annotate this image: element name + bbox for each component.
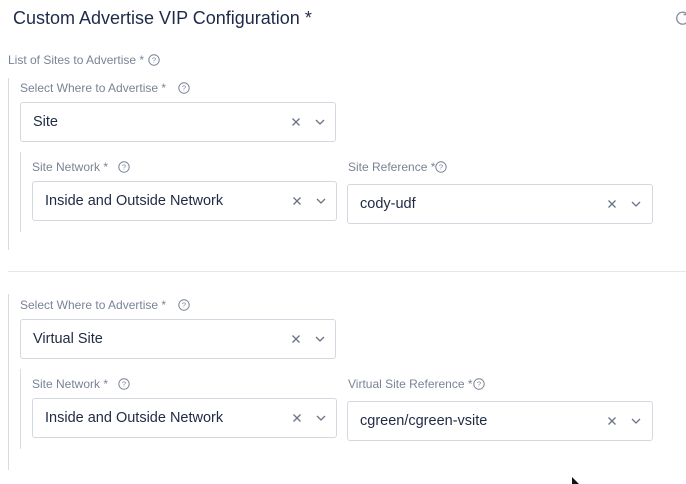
entry-1-reference-label: Site Reference * ?: [348, 160, 448, 174]
sites-list-label-text: List of Sites to Advertise *: [8, 53, 145, 67]
chevron-down-icon[interactable]: [315, 119, 325, 125]
reference-select-value: cgreen/cgreen-vsite: [360, 413, 488, 429]
entry-1-network-select[interactable]: Inside and Outside Network: [32, 181, 337, 221]
clear-icon[interactable]: [291, 117, 301, 127]
entry-1-where-select[interactable]: Site: [20, 102, 336, 142]
entry-2-network-select[interactable]: Inside and Outside Network: [32, 398, 337, 438]
network-label-text: Site Network *: [32, 377, 109, 391]
clear-icon[interactable]: [607, 416, 617, 426]
svg-text:?: ?: [122, 163, 126, 172]
svg-text:?: ?: [122, 380, 126, 389]
clear-icon[interactable]: [291, 334, 301, 344]
entry-1-reference-select[interactable]: cody-udf: [347, 184, 653, 224]
mouse-cursor-icon: [572, 477, 579, 484]
reference-select-value: cody-udf: [360, 196, 416, 212]
help-icon[interactable]: ?: [118, 378, 130, 390]
chevron-down-icon[interactable]: [316, 415, 326, 421]
chevron-down-icon[interactable]: [631, 201, 641, 207]
entry-1-where-label: Select Where to Advertise * ?: [20, 81, 190, 95]
svg-text:?: ?: [476, 380, 480, 389]
entry-1-guide: [8, 78, 9, 250]
svg-text:?: ?: [182, 84, 186, 93]
reference-label-text: Site Reference *: [348, 160, 436, 174]
entry-2-where-label: Select Where to Advertise * ?: [20, 298, 190, 312]
svg-text:?: ?: [439, 163, 443, 172]
entry-1-network-label: Site Network * ?: [32, 160, 130, 174]
chevron-down-icon[interactable]: [315, 336, 325, 342]
clear-icon[interactable]: [292, 196, 302, 206]
chevron-down-icon[interactable]: [631, 418, 641, 424]
where-label-text: Select Where to Advertise *: [20, 81, 167, 95]
help-icon[interactable]: ?: [148, 54, 160, 66]
entry-1-network-guide: [20, 152, 21, 232]
svg-text:?: ?: [182, 301, 186, 310]
help-icon[interactable]: ?: [472, 378, 485, 390]
entry-2-reference-label: Virtual Site Reference * ?: [348, 377, 485, 391]
network-select-value: Inside and Outside Network: [45, 193, 224, 209]
entry-divider: [8, 271, 686, 272]
help-icon[interactable]: ?: [178, 82, 190, 94]
reference-label-text: Virtual Site Reference *: [348, 377, 473, 391]
svg-text:?: ?: [152, 56, 156, 65]
help-icon[interactable]: ?: [178, 299, 190, 311]
sites-list-label: List of Sites to Advertise * ?: [8, 53, 160, 67]
where-select-value: Virtual Site: [33, 331, 103, 347]
where-label-text: Select Where to Advertise *: [20, 298, 167, 312]
page-title: Custom Advertise VIP Configuration *: [13, 8, 312, 28]
clear-icon[interactable]: [607, 199, 617, 209]
entry-2-network-guide: [20, 369, 21, 449]
help-icon[interactable]: ?: [435, 161, 448, 173]
entry-2-network-label: Site Network * ?: [32, 377, 130, 391]
help-icon[interactable]: ?: [118, 161, 130, 173]
chevron-down-icon[interactable]: [316, 198, 326, 204]
entry-2-reference-select[interactable]: cgreen/cgreen-vsite: [347, 401, 653, 441]
clear-icon[interactable]: [292, 413, 302, 423]
network-select-value: Inside and Outside Network: [45, 410, 224, 426]
entry-2-where-select[interactable]: Virtual Site: [20, 319, 336, 359]
network-label-text: Site Network *: [32, 160, 109, 174]
refresh-icon[interactable]: [676, 10, 686, 26]
entry-2-guide: [8, 294, 9, 470]
where-select-value: Site: [33, 114, 58, 130]
